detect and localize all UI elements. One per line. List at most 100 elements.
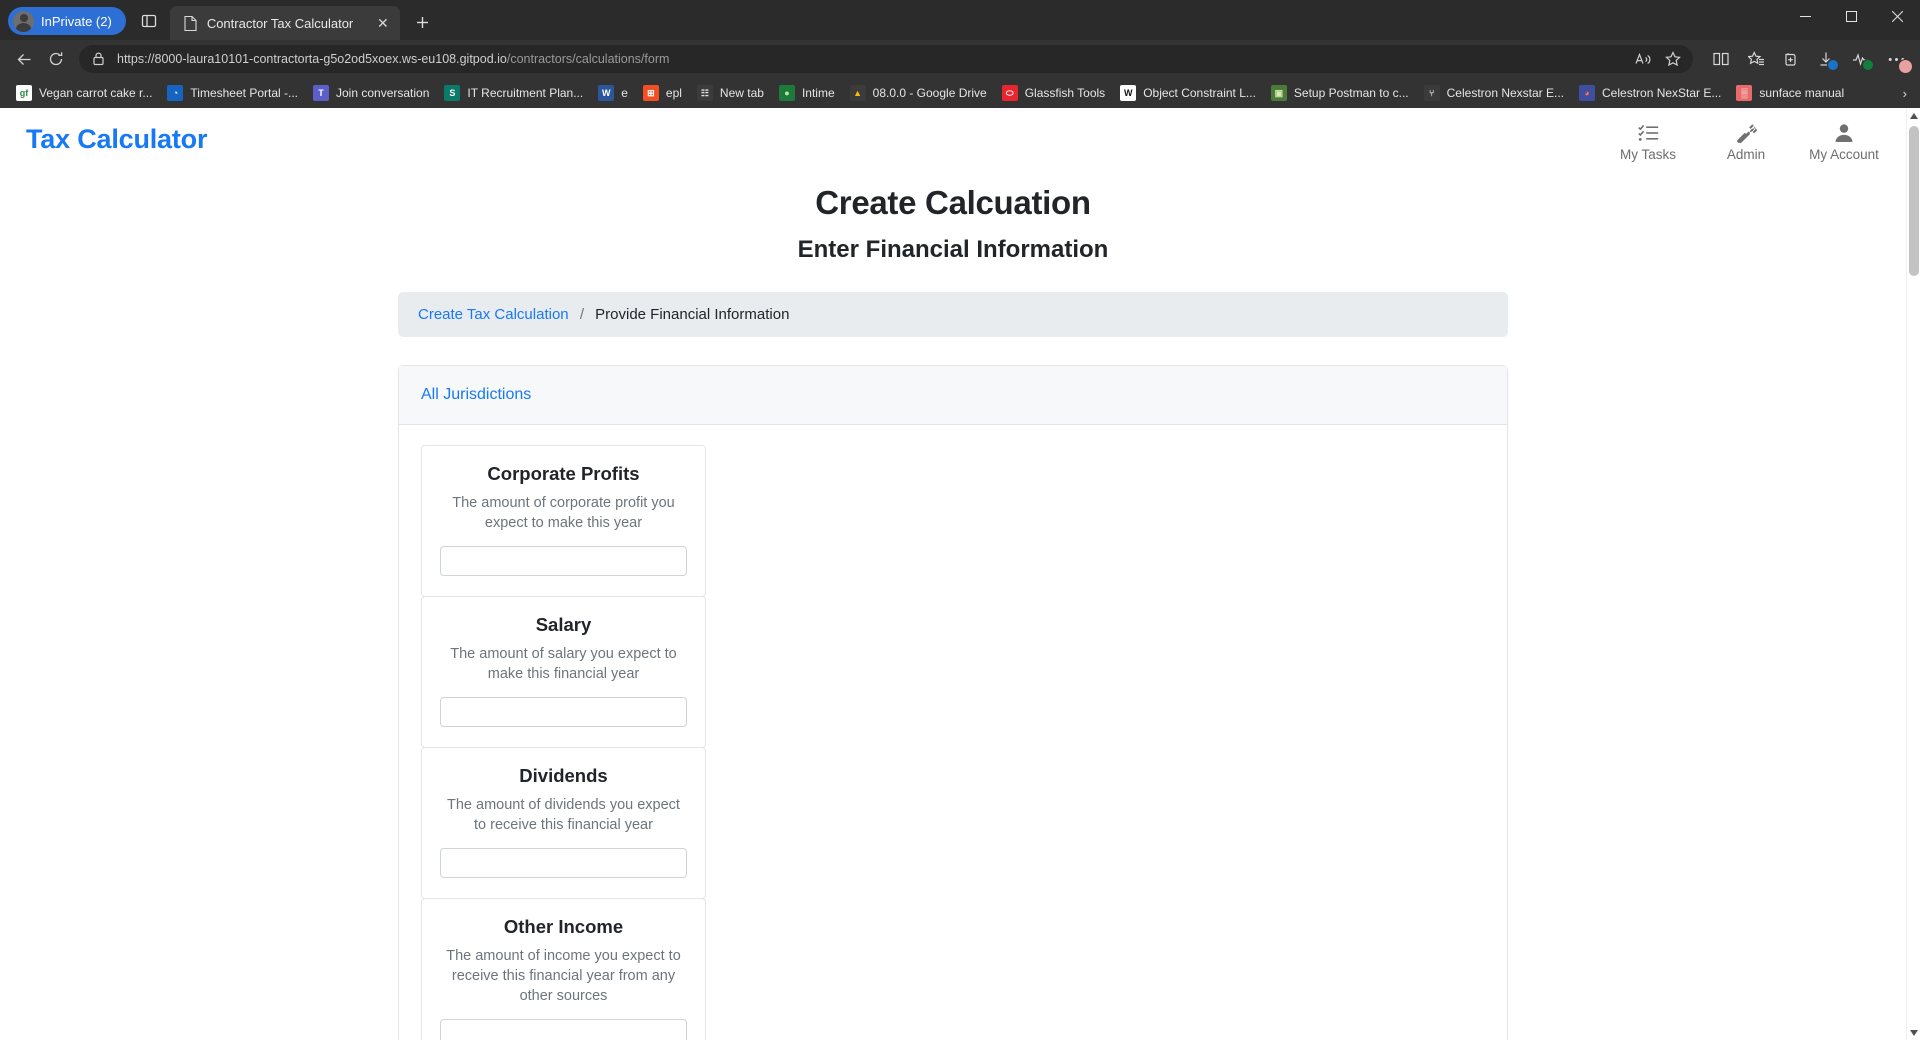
browser-toolbar-icons: [1700, 44, 1913, 74]
nav-label-my-account: My Account: [1809, 147, 1879, 162]
bookmark-label: Celestron NexStar E...: [1602, 86, 1722, 100]
bookmark-label: Vegan carrot cake r...: [39, 86, 153, 100]
financial-field-card: Corporate Profits The amount of corporate…: [421, 445, 706, 598]
browser-tab[interactable]: Contractor Tax Calculator ✕: [169, 6, 400, 40]
field-title: Dividends: [519, 765, 608, 787]
settings-and-more-icon[interactable]: [1880, 44, 1913, 74]
field-input[interactable]: [440, 848, 687, 879]
breadcrumb-link-create-tax-calculation[interactable]: Create Tax Calculation: [418, 306, 569, 323]
scroll-up-icon[interactable]: [1907, 108, 1920, 123]
bookmark-item[interactable]: ☷ New tab: [691, 82, 773, 104]
inprivate-indicator[interactable]: InPrivate (2): [8, 7, 126, 35]
field-description: The amount of corporate profit you expec…: [452, 495, 675, 531]
bookmark-label: epl: [665, 86, 682, 100]
bookmark-label: New tab: [719, 86, 764, 100]
tab-title: Contractor Tax Calculator: [206, 15, 354, 31]
field-input[interactable]: [440, 546, 687, 577]
tab-strip: InPrivate (2) Contractor Tax Calculator …: [0, 0, 1920, 40]
page-title: Create Calcuation: [815, 184, 1091, 221]
bookmark-item[interactable]: ● Intime: [773, 82, 844, 104]
nav-item-my-account[interactable]: My Account: [1808, 122, 1880, 162]
nav-item-admin[interactable]: Admin: [1710, 122, 1782, 162]
user-icon: [1834, 122, 1854, 144]
app-nav-actions: My Tasks Admin My Account: [1612, 116, 1880, 162]
all-jurisdictions-link[interactable]: All Jurisdictions: [421, 386, 531, 403]
field-description: The amount of salary you expect to make …: [450, 646, 677, 682]
bookmark-item[interactable]: ⑂ Celestron Nexstar E...: [1418, 82, 1573, 104]
read-aloud-icon[interactable]: [1629, 46, 1657, 72]
bookmark-item[interactable]: gf Vegan carrot cake r...: [10, 82, 161, 104]
bookmark-favicon-icon: ▒: [1736, 85, 1753, 101]
bookmark-item[interactable]: ◕ Celestron NexStar E...: [1573, 82, 1730, 104]
app-brand-title[interactable]: Tax Calculator: [26, 124, 207, 155]
maximize-window-icon[interactable]: [1828, 0, 1874, 33]
url-path: /contractors/calculations/form: [506, 52, 670, 66]
breadcrumb: Create Tax Calculation / Provide Financi…: [398, 292, 1508, 337]
downloads-icon[interactable]: [1810, 44, 1842, 74]
scroll-down-icon[interactable]: [1907, 1025, 1920, 1040]
bookmarks-overflow-icon[interactable]: ›: [1894, 86, 1916, 101]
bookmark-label: Object Constraint L...: [1143, 86, 1256, 100]
tab-actions-icon[interactable]: [132, 6, 166, 36]
field-description: The amount of dividends you expect to re…: [447, 797, 680, 833]
bookmark-item[interactable]: ◔ Timesheet Portal -...: [161, 82, 307, 104]
bookmark-label: Intime: [801, 86, 835, 100]
add-to-favorites-icon[interactable]: [1659, 46, 1687, 72]
bookmarks-bar: gf Vegan carrot cake r... ◔ Timesheet Porta…: [0, 78, 1920, 108]
page-subtitle: Enter Financial Information: [797, 236, 1109, 263]
field-input[interactable]: [440, 697, 687, 728]
financial-field-card: Dividends The amount of dividends you exp…: [421, 747, 706, 900]
bookmark-item[interactable]: ▒ sunface manual: [1730, 82, 1853, 104]
inprivate-label: InPrivate (2): [41, 13, 112, 29]
window-controls: [1782, 0, 1920, 33]
bookmark-item[interactable]: ▣ Setup Postman to c...: [1265, 82, 1418, 104]
bookmark-favicon-icon: gf: [16, 85, 32, 101]
bookmark-item[interactable]: T Join conversation: [307, 82, 438, 104]
inprivate-avatar-icon: [13, 10, 34, 32]
bookmark-label: Glassfish Tools: [1024, 86, 1106, 100]
favorites-icon[interactable]: [1740, 44, 1772, 74]
field-title: Corporate Profits: [487, 463, 640, 484]
bookmark-favicon-icon: ▣: [1270, 85, 1287, 101]
bookmark-label: Join conversation: [336, 86, 430, 100]
bookmark-item[interactable]: ⊞ epl: [637, 82, 691, 104]
split-screen-icon[interactable]: [1705, 44, 1737, 74]
bookmark-favicon-icon: ⑂: [1423, 85, 1440, 101]
downloads-badge: [1827, 59, 1839, 71]
collections-icon[interactable]: [1775, 44, 1807, 74]
bookmark-favicon-icon: ▲: [849, 85, 866, 101]
minimize-window-icon[interactable]: [1782, 0, 1828, 33]
scrollbar-thumb[interactable]: [1909, 126, 1919, 276]
close-window-icon[interactable]: [1874, 0, 1920, 33]
panel-body: Corporate Profits The amount of corporate…: [399, 425, 1507, 1040]
close-tab-icon[interactable]: ✕: [372, 12, 394, 34]
nav-item-my-tasks[interactable]: My Tasks: [1612, 122, 1684, 162]
bookmark-favicon-icon: S: [444, 85, 461, 101]
url-origin: https://8000-laura10101-contractorta-g5o…: [117, 52, 507, 66]
url-bar[interactable]: https://8000-laura10101-contractorta-g5o…: [79, 45, 1693, 73]
bookmark-label: Setup Postman to c...: [1293, 86, 1409, 100]
tasks-list-icon: [1637, 122, 1659, 144]
app-header: Tax Calculator My Tasks Admin My Account: [0, 108, 1906, 170]
browser-essentials-icon[interactable]: [1845, 44, 1877, 74]
bookmark-item[interactable]: W Object Constraint L...: [1114, 82, 1265, 104]
breadcrumb-separator: /: [579, 306, 584, 323]
refresh-button-icon[interactable]: [40, 44, 72, 74]
bookmark-item[interactable]: ▲ 08.0.0 - Google Drive: [844, 82, 996, 104]
new-tab-icon[interactable]: [408, 7, 438, 37]
field-title: Other Income: [503, 916, 624, 938]
bookmark-favicon-icon: W: [598, 85, 615, 101]
bookmark-favicon-icon: ⬭: [1001, 85, 1018, 101]
field-input[interactable]: [440, 1019, 687, 1040]
essentials-badge: [1862, 59, 1874, 71]
page-scrollbar[interactable]: [1906, 108, 1920, 1040]
browser-window: InPrivate (2) Contractor Tax Calculator …: [0, 0, 1920, 1040]
back-button-icon[interactable]: [8, 44, 40, 74]
bookmark-item[interactable]: ⬭ Glassfish Tools: [996, 82, 1114, 104]
bookmark-label: 08.0.0 - Google Drive: [872, 86, 987, 100]
lock-icon: [91, 51, 108, 68]
update-available-badge: [1898, 59, 1913, 74]
bookmark-item[interactable]: S IT Recruitment Plan...: [438, 82, 592, 104]
field-description: The amount of income you expect to recei…: [446, 948, 681, 1004]
bookmark-item[interactable]: We: [592, 82, 637, 104]
